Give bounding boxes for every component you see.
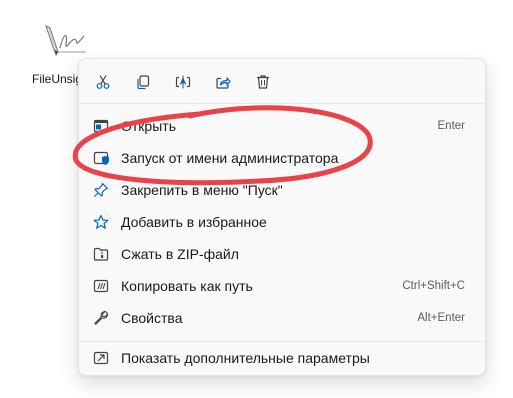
open-app-icon — [93, 119, 109, 133]
menu-separator — [79, 341, 485, 342]
share-icon — [216, 77, 231, 89]
menu-item-copy-as-path[interactable]: Копировать как путь Ctrl+Shift+C — [85, 271, 479, 301]
menu-separator — [79, 103, 485, 104]
more-options-icon — [93, 351, 109, 365]
zip-folder-icon — [93, 247, 109, 261]
context-menu-toolbar — [79, 67, 485, 97]
copy-path-icon — [93, 279, 109, 293]
shield-icon — [93, 151, 109, 165]
pin-icon — [94, 182, 109, 197]
menu-item-compress-zip[interactable]: Сжать в ZIP-файл — [85, 239, 479, 269]
menu-item-label: Показать дополнительные параметры — [121, 350, 370, 366]
menu-item-open[interactable]: Открыть Enter — [85, 111, 479, 141]
copy-button[interactable] — [128, 67, 158, 97]
menu-item-shortcut: Enter — [437, 120, 466, 132]
signature-file-icon — [45, 25, 86, 56]
desktop-file-label: FileUnsig — [32, 72, 83, 86]
cut-button[interactable] — [88, 67, 118, 97]
menu-item-shortcut: Ctrl+Shift+C — [402, 280, 465, 292]
menu-item-show-more-options[interactable]: Показать дополнительные параметры — [85, 343, 479, 373]
wrench-icon — [94, 310, 109, 325]
rename-button[interactable] — [168, 67, 198, 97]
menu-item-label: Свойства — [121, 310, 183, 326]
menu-item-run-as-admin[interactable]: Запуск от имени администратора — [85, 143, 479, 173]
menu-item-label: Закрепить в меню "Пуск" — [121, 182, 283, 198]
copy-icon — [137, 75, 150, 90]
menu-item-label: Копировать как путь — [121, 278, 253, 294]
context-menu: Открыть Enter Запуск от имени администра… — [78, 58, 486, 376]
menu-item-shortcut: Alt+Enter — [417, 312, 465, 324]
menu-item-label: Сжать в ZIP-файл — [121, 246, 239, 262]
delete-button[interactable] — [248, 67, 278, 97]
menu-item-label: Добавить в избранное — [121, 214, 267, 230]
delete-icon — [257, 75, 269, 89]
star-icon — [93, 214, 109, 229]
rename-icon — [175, 75, 191, 89]
menu-item-properties[interactable]: Свойства Alt+Enter — [85, 303, 479, 333]
menu-item-add-to-favorites[interactable]: Добавить в избранное — [85, 207, 479, 237]
cut-icon — [96, 75, 110, 89]
share-button[interactable] — [208, 67, 238, 97]
menu-item-pin-to-start[interactable]: Закрепить в меню "Пуск" — [85, 175, 479, 205]
menu-item-label: Запуск от имени администратора — [121, 150, 339, 166]
menu-item-label: Открыть — [121, 118, 176, 134]
